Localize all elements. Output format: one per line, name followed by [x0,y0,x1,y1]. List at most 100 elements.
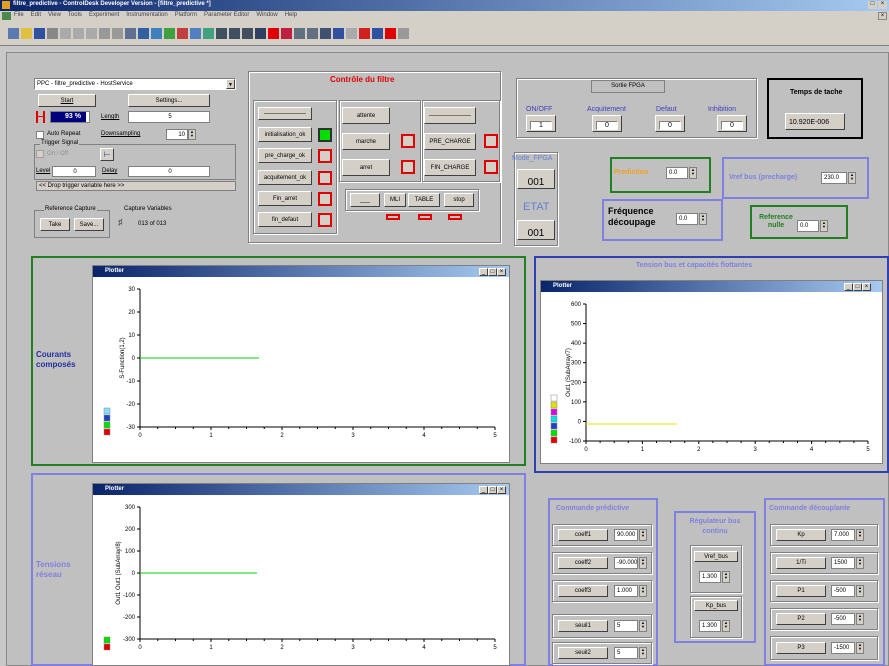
coeff2-button[interactable]: coeff2 [558,557,608,569]
p3-spinner[interactable]: ▲ ▼ [856,642,864,654]
blank-mode-button[interactable]: ___ [350,193,380,207]
breakpoint-icon[interactable] [385,28,396,39]
plotter-1-titlebar[interactable]: Plotter [93,266,509,277]
watch-icon[interactable] [398,28,409,39]
minimize-icon[interactable]: _ [844,283,853,291]
pre-charge-ok-button[interactable]: pre_charge_ok [258,148,312,163]
reference-nulle-spinner[interactable]: ▲ ▼ [820,220,828,232]
reference-nulle-field[interactable]: 0.0 [797,220,819,232]
prediction-spinner[interactable]: ▲ ▼ [689,167,697,179]
frequence-spinner[interactable]: ▲ ▼ [699,213,707,225]
p2-spinner[interactable]: ▲ ▼ [856,613,864,625]
mli-button[interactable]: MLI [384,193,406,207]
coeff3-button[interactable]: coeff3 [558,585,608,597]
p3-field[interactable]: -1500 [831,642,855,654]
chart-icon[interactable] [320,28,331,39]
kp-spinner[interactable]: ▲ ▼ [856,529,864,541]
coeff3-field[interactable]: 1.000 [614,585,638,597]
copy-icon[interactable] [73,28,84,39]
length-field[interactable]: 5 [128,111,210,123]
dropdown-arrow-icon[interactable]: ▼ [226,79,235,89]
redo-icon[interactable] [112,28,123,39]
table-button[interactable]: TABLE [408,193,440,207]
coeff2-field[interactable]: -90.000 [614,557,638,569]
save-capture-button[interactable]: Save... [74,218,104,231]
p2-button[interactable]: P2 [776,613,826,625]
test-mode-icon[interactable] [229,28,240,39]
service-select[interactable]: PPC - filtre_predictive - HostService ▼ [34,78,236,90]
auto-repeat-checkbox[interactable] [36,131,44,139]
grid-icon[interactable] [125,28,136,39]
vref-bus-field[interactable]: 1.300 [699,571,721,583]
ti-spinner[interactable]: ▲ ▼ [856,557,864,569]
open-icon[interactable] [21,28,32,39]
record-icon[interactable] [281,28,292,39]
menu-item[interactable]: View [48,12,61,18]
paste-icon[interactable] [86,28,97,39]
fin-defaut-button[interactable]: fin_defaut [258,212,312,227]
coeff2-spinner[interactable]: ▲ ▼ [639,557,647,569]
coeff1-button[interactable]: coeff1 [558,529,608,541]
p3-button[interactable]: P3 [776,642,826,654]
seuil1-button[interactable]: seuil1 [558,620,608,632]
layout-icon[interactable] [164,28,175,39]
initialisation-button[interactable]: initialisation_ok [258,127,312,142]
stop-icon[interactable] [268,28,279,39]
p2-field[interactable]: -500 [831,613,855,625]
undo-icon[interactable] [99,28,110,39]
vref-bus-button[interactable]: Vref_bus [694,551,738,562]
maximize-icon[interactable]: □ [488,268,497,276]
delete-icon[interactable] [359,28,370,39]
cut-icon[interactable] [60,28,71,39]
pencil-icon[interactable] [346,28,357,39]
menu-item[interactable]: Parameter Editor [204,12,249,18]
seuil1-spinner[interactable]: ▲ ▼ [639,620,647,632]
vref-bus-spinner[interactable]: ▲ ▼ [722,571,730,583]
print-icon[interactable] [47,28,58,39]
coeff1-spinner[interactable]: ▲ ▼ [639,529,647,541]
platform-icon[interactable] [203,28,214,39]
menu-item[interactable]: Edit [31,12,41,18]
maximize-icon[interactable]: □ [868,1,877,9]
coeff1-field[interactable]: 90.000 [614,529,638,541]
settings-button[interactable]: Settings... [128,94,210,107]
sheet-icon[interactable] [307,28,318,39]
close-icon[interactable]: × [862,283,871,291]
blank-state-button-2[interactable]: ——————— [424,107,476,124]
kp-bus-field[interactable]: 1.300 [699,620,721,632]
table-icon[interactable] [294,28,305,39]
drop-trigger-area[interactable]: << Drop trigger variable here >> [36,181,236,191]
menu-item[interactable]: Platform [175,12,197,18]
marche-button[interactable]: marche [342,133,390,150]
ti-button[interactable]: 1/Ti [776,557,826,569]
vref-field[interactable]: 230.0 [821,172,847,184]
animate-icon[interactable] [242,28,253,39]
ti-field[interactable]: 1500 [831,557,855,569]
plotter-2-titlebar[interactable]: Plotter [541,281,882,292]
downsampling-field[interactable]: 10 [166,129,188,140]
window-close-icon[interactable]: × [878,12,887,20]
fin-charge-button[interactable]: FIN_CHARGE [424,159,476,176]
maximize-icon[interactable]: □ [853,283,862,291]
start-button[interactable]: Start [38,94,96,107]
trigger-slope-icon[interactable]: ⊢ [100,148,114,161]
kp-bus-spinner[interactable]: ▲ ▼ [722,620,730,632]
minimize-icon[interactable]: _ [479,268,488,276]
menu-item[interactable]: Window [256,12,277,18]
on-off-checkbox[interactable] [36,150,44,158]
menu-item[interactable]: Tools [68,12,82,18]
kp-field[interactable]: 7.000 [831,529,855,541]
variable-icon[interactable] [177,28,188,39]
close-icon[interactable]: × [497,268,506,276]
pre-charge-button[interactable]: PRE_CHARGE [424,133,476,150]
minimize-icon[interactable]: _ [479,486,488,494]
menu-item[interactable]: Experiment [89,12,119,18]
maximize-icon[interactable]: □ [488,486,497,494]
kp-bus-button[interactable]: Kp_bus [694,600,738,611]
menu-item[interactable]: Help [285,12,297,18]
save-icon[interactable] [34,28,45,39]
seuil2-button[interactable]: seuil2 [558,647,608,659]
attente-button[interactable]: attente [342,107,390,124]
fin-arret-button[interactable]: Fin_arret [258,191,312,206]
frequence-field[interactable]: 0.0 [676,213,698,225]
